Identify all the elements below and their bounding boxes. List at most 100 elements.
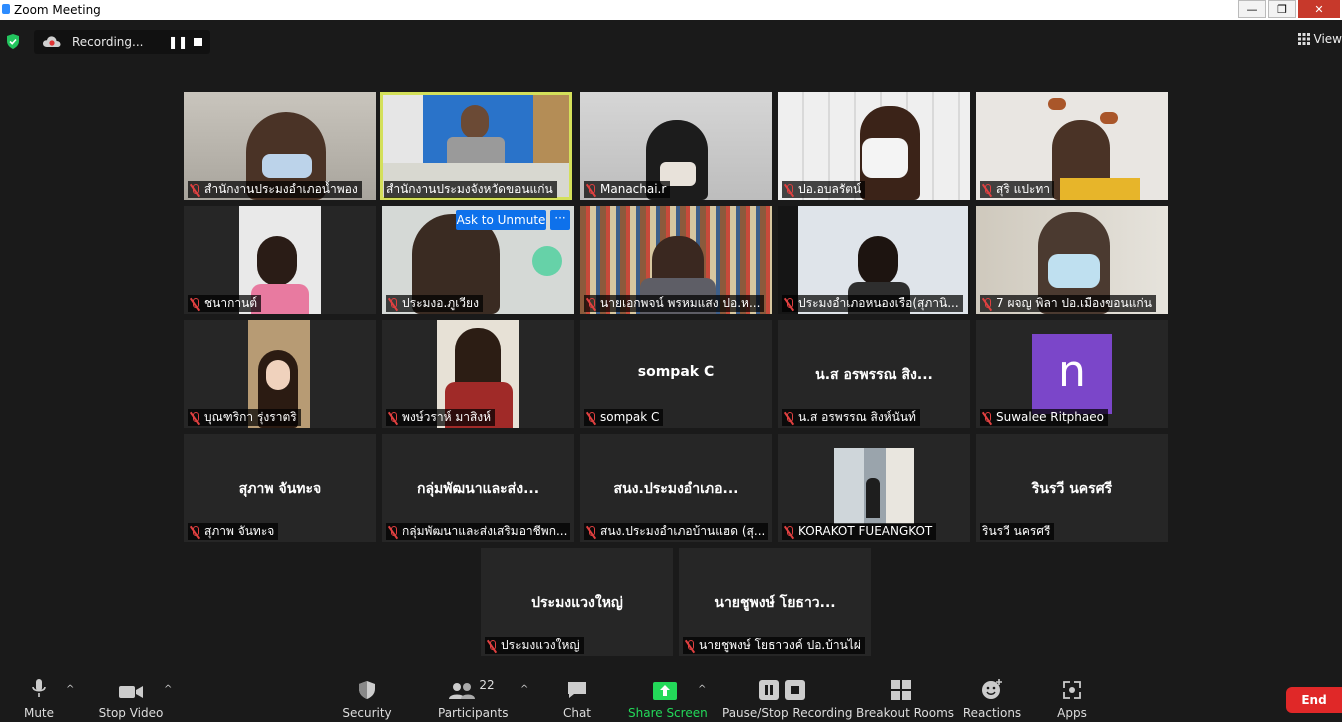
muted-mic-icon: [190, 297, 200, 310]
video-options-caret[interactable]: ^: [164, 684, 172, 695]
participant-name: สำนักงานประมงจังหวัดขอนแก่น: [384, 181, 557, 198]
participant-tile[interactable]: สุภาพ จันทะจ สุภาพ จันทะจ: [184, 434, 376, 542]
maximize-button[interactable]: ❐: [1268, 0, 1296, 18]
end-meeting-button[interactable]: End: [1286, 687, 1342, 713]
stop-video-button[interactable]: Stop Video: [96, 672, 166, 722]
participant-display-name: นายชูพงษ์ โยธาว...: [714, 595, 836, 611]
security-shield-icon: [359, 681, 375, 699]
muted-mic-icon: [388, 411, 398, 424]
meeting-toolbar: Mute ^ Stop Video ^ Security 22 Particip…: [0, 672, 1342, 722]
participant-name: Suwalee Ritphaeo: [980, 409, 1108, 426]
participant-tile[interactable]: สำนักงานประมงอำเภอน้ำพอง: [184, 92, 376, 200]
participant-name: สุภาพ จันทะจ: [188, 523, 279, 540]
participants-button[interactable]: 22 Participants: [438, 672, 509, 722]
recording-indicator: Recording... ❚❚: [34, 30, 210, 54]
participant-name: ประมงอำเภอหนองเรือ(สุภานิ...: [782, 295, 963, 312]
muted-mic-icon: [586, 411, 596, 424]
share-screen-button[interactable]: Share Screen: [628, 672, 708, 722]
apps-button[interactable]: Apps: [1050, 672, 1094, 722]
participant-tile[interactable]: n Suwalee Ritphaeo: [976, 320, 1168, 428]
avatar: n: [1032, 334, 1112, 414]
view-button[interactable]: View: [1297, 32, 1342, 46]
microphone-icon: [32, 679, 46, 697]
window-title: Zoom Meeting: [14, 3, 101, 17]
participant-tile[interactable]: Ask to Unmute ··· ประมงอ.ภูเวียง: [382, 206, 574, 314]
participant-tile[interactable]: สนง.ประมงอำเภอ... สนง.ประมงอำเภอบ้านแฮด …: [580, 434, 772, 542]
minimize-button[interactable]: —: [1238, 0, 1266, 18]
mute-options-caret[interactable]: ^: [66, 684, 74, 695]
mute-button[interactable]: Mute: [14, 672, 64, 722]
muted-mic-icon: [784, 183, 794, 196]
chat-bubble-icon: [568, 682, 586, 698]
stop-icon: [785, 680, 805, 700]
muted-mic-icon: [190, 525, 200, 538]
share-screen-icon: [653, 682, 677, 700]
participant-display-name: ประมงแวงใหญ่: [531, 595, 623, 611]
participant-name: สำนักงานประมงอำเภอน้ำพอง: [188, 181, 362, 198]
participant-name: ปอ.อบลรัตน์: [782, 181, 866, 198]
participant-name: ชนากานต์: [188, 295, 262, 312]
participant-tile[interactable]: ชนากานต์: [184, 206, 376, 314]
participant-tile[interactable]: KORAKOT FUEANGKOT: [778, 434, 970, 542]
chat-button[interactable]: Chat: [554, 672, 600, 722]
participant-tile[interactable]: สุริ แปะทา: [976, 92, 1168, 200]
ask-to-unmute-button[interactable]: Ask to Unmute: [456, 210, 546, 230]
muted-mic-icon: [784, 411, 794, 424]
more-options-button[interactable]: ···: [550, 210, 570, 230]
participant-display-name: สุภาพ จันทะจ: [238, 481, 322, 497]
participant-tile[interactable]: น.ส อรพรรณ สิง... น.ส อรพรรณ สิงห์นันท์: [778, 320, 970, 428]
reactions-button[interactable]: Reactions: [962, 672, 1022, 722]
breakout-rooms-icon: [891, 680, 911, 700]
encryption-shield-icon[interactable]: [6, 34, 20, 49]
video-camera-icon: [119, 686, 143, 698]
breakout-rooms-button[interactable]: Breakout Rooms: [856, 672, 954, 722]
pause-recording-button[interactable]: ❚❚: [168, 35, 188, 49]
participant-name: น.ส อรพรรณ สิงห์นันท์: [782, 409, 920, 426]
muted-mic-icon: [586, 297, 596, 310]
participant-tile[interactable]: 7 ผจญ พิลา ปอ.เมืองขอนแก่น: [976, 206, 1168, 314]
pause-stop-recording-button[interactable]: Pause/Stop Recording: [722, 672, 852, 722]
participant-tile[interactable]: ประมงอำเภอหนองเรือ(สุภานิ...: [778, 206, 970, 314]
participant-tile[interactable]: นายชูพงษ์ โยธาว... นายชูพงษ์ โยธาวงค์ ปอ…: [679, 548, 871, 656]
participant-display-name: รินรวี นครศรี: [1031, 481, 1113, 497]
participant-display-name: กลุ่มพัฒนาและส่ง...: [416, 481, 540, 497]
participant-tile[interactable]: ปอ.อบลรัตน์: [778, 92, 970, 200]
close-window-button[interactable]: ✕: [1298, 0, 1340, 18]
cloud-recording-icon: [43, 36, 61, 47]
participant-tile[interactable]: บุณฑริกา รุ่งราตริ: [184, 320, 376, 428]
apps-icon: [1063, 681, 1081, 699]
participant-name: KORAKOT FUEANGKOT: [782, 523, 937, 540]
muted-mic-icon: [388, 525, 398, 538]
participant-display-name: sompak C: [637, 364, 715, 380]
participant-tile[interactable]: นายเอกพจน์ พรหมแสง ปอ.ห...: [580, 206, 772, 314]
participant-video: [834, 448, 914, 524]
share-options-caret[interactable]: ^: [698, 684, 706, 695]
participant-tile[interactable]: sompak C sompak C: [580, 320, 772, 428]
participant-tile[interactable]: พงษ์วราห์ มาสิงห์: [382, 320, 574, 428]
participant-tile[interactable]: กลุ่มพัฒนาและส่ง... กลุ่มพัฒนาและส่งเสริ…: [382, 434, 574, 542]
participant-tile[interactable]: Manachai.r: [580, 92, 772, 200]
participant-tile-active-speaker[interactable]: สำนักงานประมงจังหวัดขอนแก่น: [380, 92, 572, 200]
recording-label: Recording...: [72, 35, 144, 49]
participant-name: sompak C: [584, 409, 664, 426]
stop-recording-button[interactable]: [194, 38, 202, 46]
participant-name: กลุ่มพัฒนาและส่งเสริมอาชีพก...: [386, 523, 570, 540]
participants-icon: [449, 683, 476, 699]
participant-tile[interactable]: รินรวี นครศรี รินรวี นครศรี: [976, 434, 1168, 542]
muted-mic-icon: [982, 183, 992, 196]
security-button[interactable]: Security: [340, 672, 394, 722]
reactions-smiley-icon: [982, 679, 1002, 699]
muted-mic-icon: [586, 525, 596, 538]
participants-options-caret[interactable]: ^: [520, 684, 528, 695]
participant-display-name: สนง.ประมงอำเภอ...: [613, 481, 739, 497]
participant-name: พงษ์วราห์ มาสิงห์: [386, 409, 496, 426]
pause-icon: [759, 680, 779, 700]
muted-mic-icon: [388, 297, 398, 310]
muted-mic-icon: [190, 183, 200, 196]
participant-name: Manachai.r: [584, 181, 671, 198]
participant-tile[interactable]: ประมงแวงใหญ่ ประมงแวงใหญ่: [481, 548, 673, 656]
muted-mic-icon: [784, 297, 794, 310]
zoom-logo-icon: [2, 4, 10, 14]
participant-name: นายชูพงษ์ โยธาวงค์ ปอ.บ้านไผ่: [683, 637, 865, 654]
participant-name: นายเอกพจน์ พรหมแสง ปอ.ห...: [584, 295, 765, 312]
